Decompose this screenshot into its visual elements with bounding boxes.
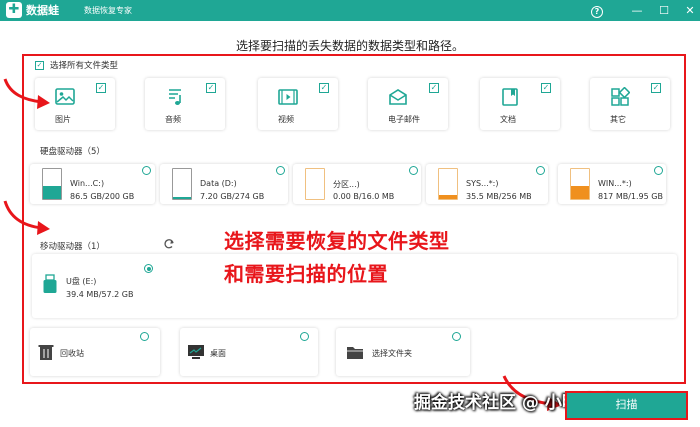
file-type-card-other[interactable]: ✓ 其它 (590, 78, 670, 130)
page-headline: 选择要扫描的丢失数据的数据类型和路径。 (235, 39, 464, 53)
refresh-icon[interactable] (163, 238, 175, 250)
file-type-label: 图片 (55, 115, 71, 124)
close-button[interactable]: ✕ (681, 2, 699, 19)
removable-drives-label: 移动驱动器（1） (40, 242, 105, 252)
location-label: 选择文件夹 (372, 349, 412, 358)
maximize-button[interactable]: ☐ (655, 2, 673, 19)
drive-usage-bar (571, 186, 589, 199)
drive-radio[interactable] (276, 166, 285, 175)
drive-radio[interactable] (654, 166, 663, 175)
scan-button[interactable]: 扫描 (565, 391, 688, 420)
usb-drive-icon (43, 274, 57, 293)
annotation-arrow-icon (3, 78, 50, 109)
file-type-card-email[interactable]: ✓ 电子邮件 (368, 78, 448, 130)
help-button[interactable]: ? (588, 2, 606, 19)
file-type-label: 其它 (610, 115, 626, 124)
hard-drives-label: 硬盘驱动器（5） (40, 147, 105, 157)
file-type-checkbox[interactable]: ✓ (319, 83, 329, 93)
location-radio[interactable] (300, 332, 309, 341)
drive-icon (305, 168, 325, 200)
folder-icon (347, 347, 363, 359)
location-label: 桌面 (210, 349, 226, 358)
drive-name: SYS...*:) (466, 179, 499, 188)
drive-size: 0.00 B/16.0 MB (333, 192, 395, 201)
file-type-label: 视频 (278, 115, 294, 124)
drive-card[interactable]: Data (D:) 7.20 GB/274 GB (160, 164, 288, 204)
file-type-checkbox[interactable]: ✓ (206, 83, 216, 93)
drive-name: Win...C:) (70, 179, 105, 188)
logo-mark-icon: ✚ (6, 2, 22, 18)
drive-name: U盘 (E:) (66, 277, 97, 286)
annotation-text-line-2: 和需要扫描的位置 (224, 262, 388, 286)
recycle-bin-icon (38, 345, 54, 360)
annotation-text-line-1: 选择需要恢复的文件类型 (224, 229, 450, 253)
drive-icon (42, 168, 62, 200)
drive-card[interactable]: SYS...*:) 35.5 MB/256 MB (426, 164, 548, 204)
file-type-checkbox[interactable]: ✓ (429, 83, 439, 93)
app-subtitle: 数据恢复专家 (84, 6, 132, 15)
drive-radio[interactable] (142, 166, 151, 175)
usb-drive-radio[interactable] (144, 264, 153, 273)
drive-icon (570, 168, 590, 200)
location-card-recycle-bin[interactable]: 回收站 (30, 328, 160, 376)
file-type-card-document[interactable]: ✓ 文档 (480, 78, 560, 130)
location-card-select-folder[interactable]: 选择文件夹 (336, 328, 470, 376)
file-type-checkbox[interactable]: ✓ (96, 83, 106, 93)
email-icon (389, 89, 407, 105)
drive-name: WIN...*:) (598, 179, 632, 188)
usb-drive-card[interactable]: U盘 (E:) 39.4 MB/57.2 GB (32, 262, 154, 306)
drive-size: 7.20 GB/274 GB (200, 192, 265, 201)
file-type-label: 音频 (165, 115, 181, 124)
file-type-card-video[interactable]: ✓ 视频 (258, 78, 338, 130)
file-type-checkbox[interactable]: ✓ (651, 83, 661, 93)
drive-radio[interactable] (409, 166, 418, 175)
document-icon (502, 88, 518, 106)
app-name: 数据蛙 (26, 4, 59, 17)
select-all-row[interactable]: ✓ 选择所有文件类型 (35, 59, 118, 71)
location-radio[interactable] (140, 332, 149, 341)
drive-icon (438, 168, 458, 200)
drive-radio[interactable] (536, 166, 545, 175)
minimize-button[interactable]: — (628, 2, 646, 19)
drive-icon (172, 168, 192, 200)
drive-card[interactable]: WIN...*:) 817 MB/1.95 GB (558, 164, 666, 204)
other-icon (611, 87, 630, 106)
drive-size: 86.5 GB/200 GB (70, 192, 135, 201)
app-logo: ✚ 数据蛙 (6, 2, 59, 18)
drive-usage-bar (173, 196, 191, 199)
title-bar: ✚ 数据蛙 数据恢复专家 ? — ☐ ✕ (0, 0, 700, 21)
drive-size: 39.4 MB/57.2 GB (66, 290, 134, 299)
drive-name: 分区...) (333, 180, 360, 189)
image-icon (55, 88, 75, 105)
drive-size: 817 MB/1.95 GB (598, 192, 663, 201)
drive-usage-bar (439, 194, 457, 199)
file-type-card-audio[interactable]: ✓ 音频 (145, 78, 225, 130)
drive-name: Data (D:) (200, 179, 237, 188)
location-radio[interactable] (452, 332, 461, 341)
desktop-icon (188, 345, 204, 359)
annotation-arrow-icon (3, 200, 50, 235)
file-type-label: 电子邮件 (388, 115, 420, 124)
location-card-desktop[interactable]: 桌面 (180, 328, 318, 376)
location-label: 回收站 (60, 349, 84, 358)
music-icon (169, 89, 181, 105)
drive-size: 35.5 MB/256 MB (466, 192, 532, 201)
select-all-label: 选择所有文件类型 (50, 61, 119, 71)
select-all-checkbox[interactable]: ✓ (35, 60, 44, 70)
drive-card[interactable]: 分区...) 0.00 B/16.0 MB (293, 164, 421, 204)
help-icon: ? (591, 6, 603, 18)
video-icon (278, 89, 298, 105)
file-type-checkbox[interactable]: ✓ (541, 83, 551, 93)
file-type-label: 文档 (500, 115, 516, 124)
